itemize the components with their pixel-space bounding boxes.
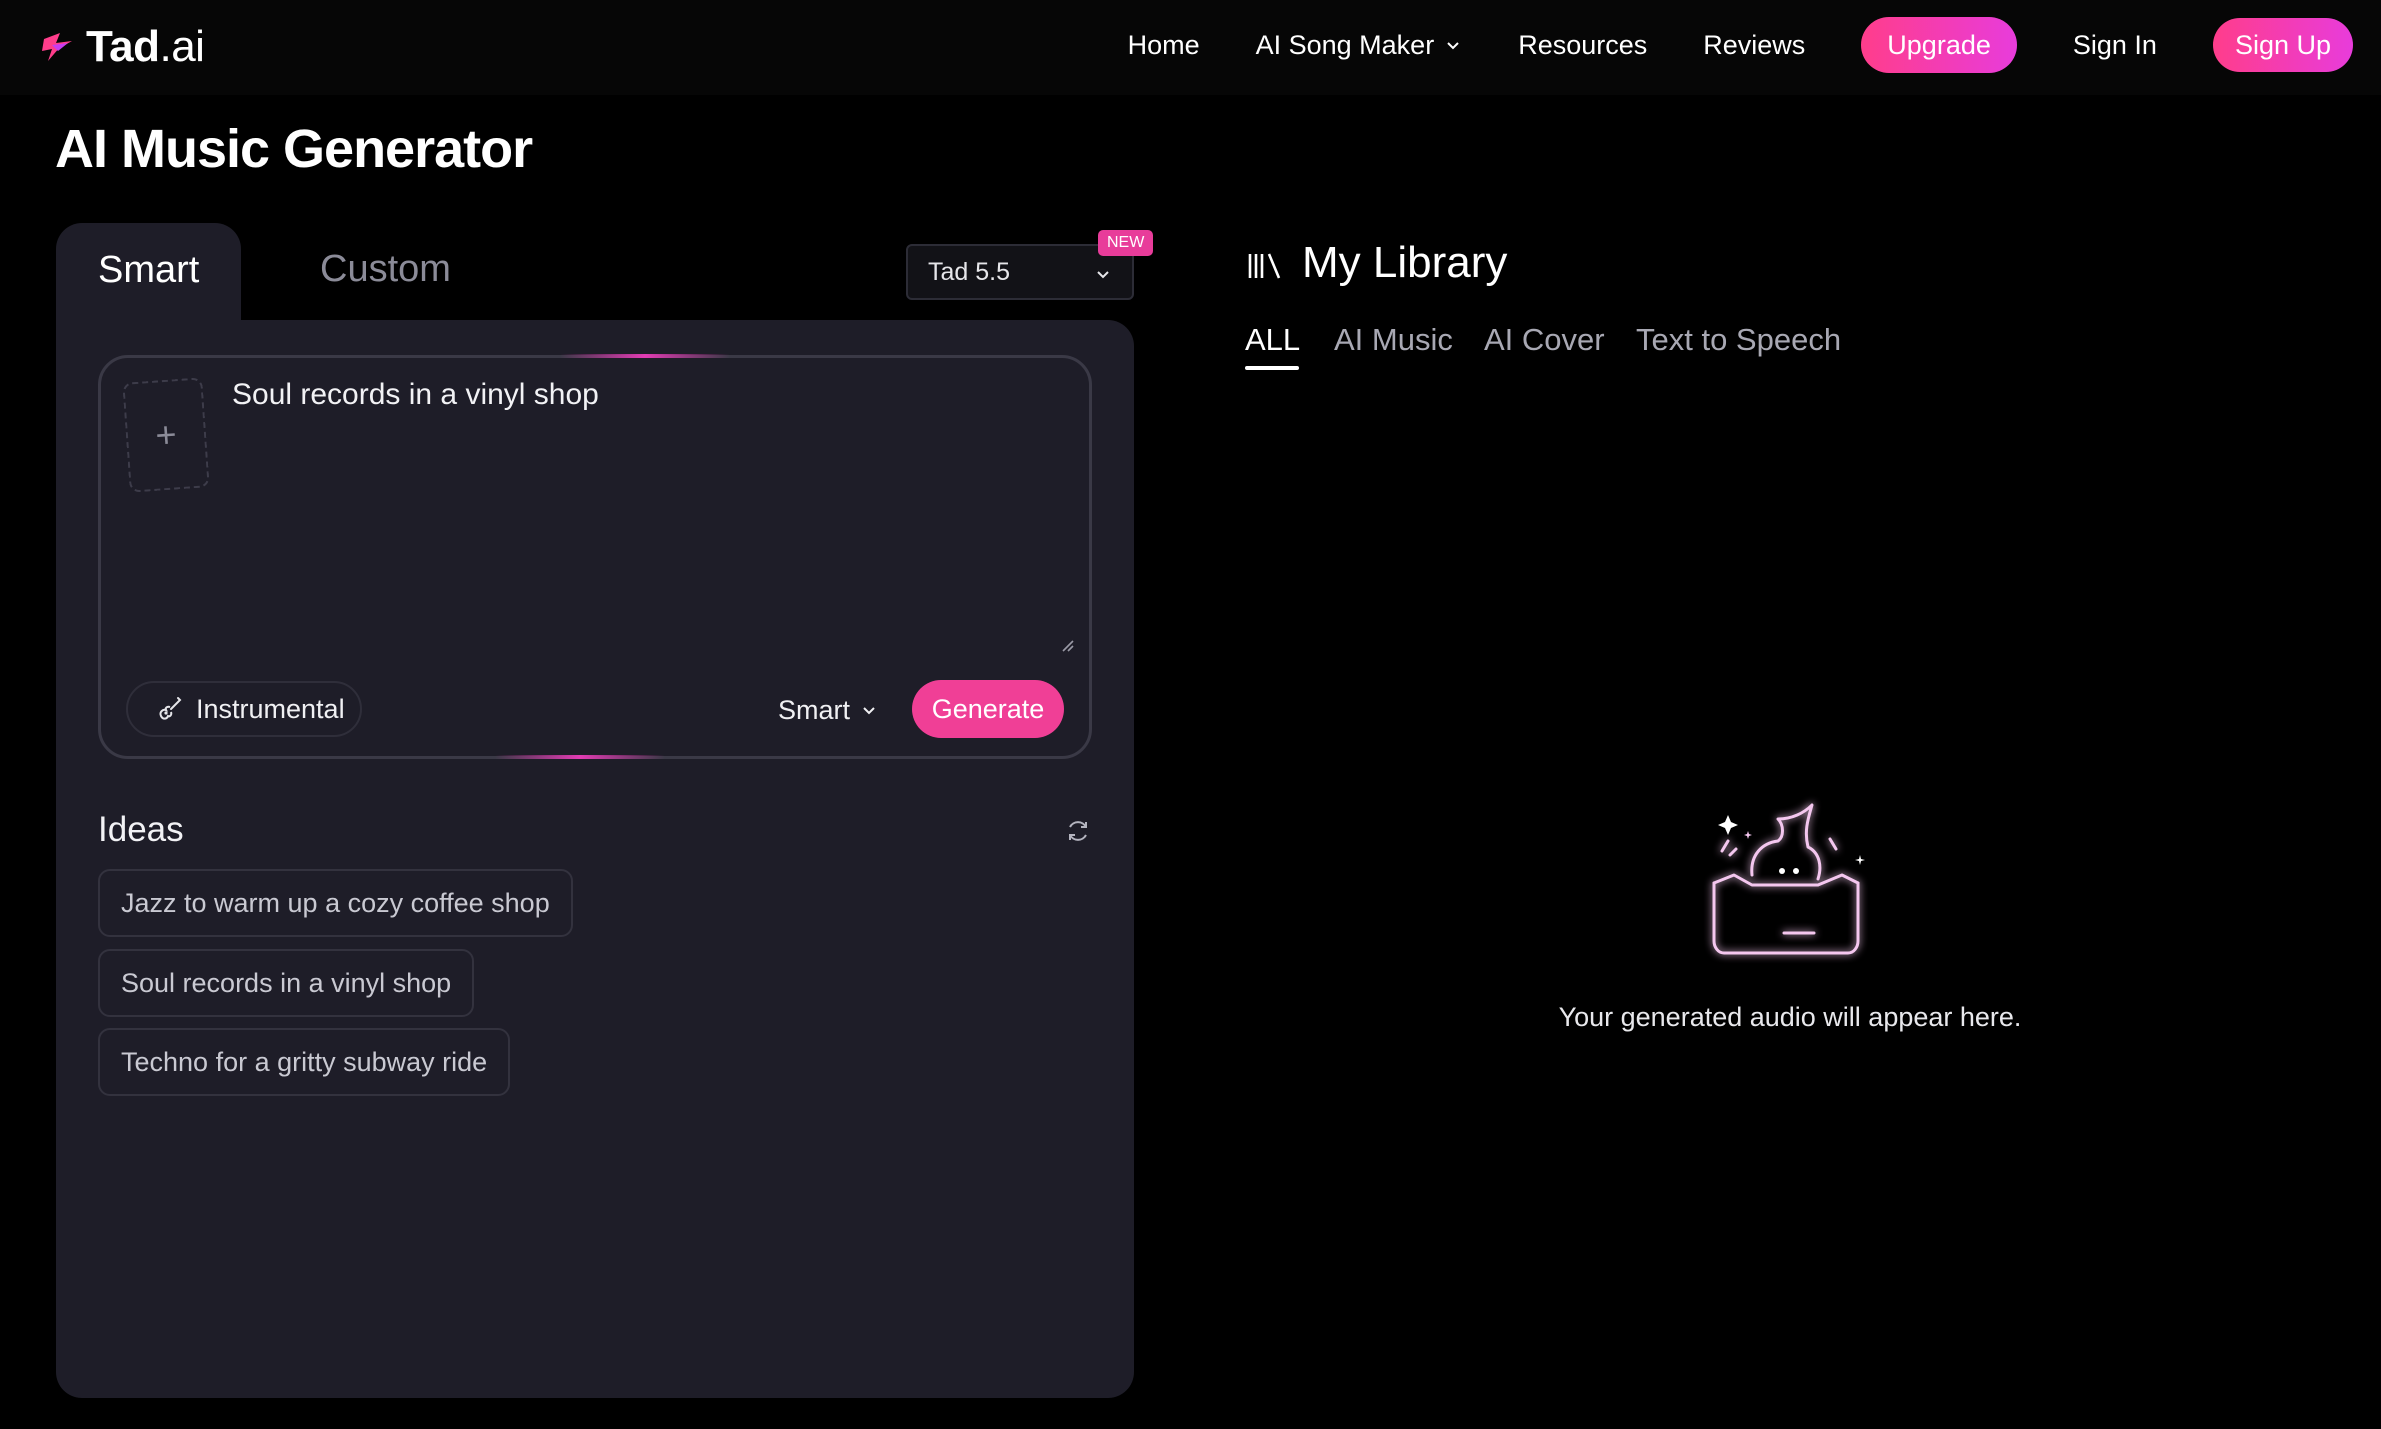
nav-links: Home AI Song Maker Resources Reviews Upg… — [1100, 16, 2353, 74]
chevron-down-icon — [863, 707, 875, 715]
mode-select[interactable]: Smart — [778, 690, 878, 730]
refresh-icon[interactable] — [1064, 817, 1092, 845]
upload-image-button[interactable]: + — [122, 377, 210, 493]
nav-reviews-link[interactable]: Reviews — [1675, 30, 1833, 61]
library-tab-ai-cover[interactable]: AI Cover — [1484, 322, 1605, 358]
idea-chip[interactable]: Soul records in a vinyl shop — [98, 949, 475, 1017]
chevron-down-icon — [1097, 271, 1109, 279]
nav-song-maker-menu[interactable]: AI Song Maker — [1228, 30, 1491, 61]
tab-smart[interactable]: Smart — [56, 223, 241, 323]
prompt-glow-bottom — [495, 755, 665, 759]
library-tab-text-to-speech[interactable]: Text to Speech — [1636, 322, 1841, 358]
library-icon — [1248, 253, 1281, 279]
library-tab-underline — [1245, 366, 1299, 370]
generate-button[interactable]: Generate — [912, 680, 1064, 738]
resize-grip-icon[interactable] — [1058, 636, 1074, 652]
nav-resources-link[interactable]: Resources — [1490, 30, 1675, 61]
library-empty-message: Your generated audio will appear here. — [1558, 1002, 2022, 1032]
nav-home-link[interactable]: Home — [1100, 30, 1228, 61]
sign-in-link[interactable]: Sign In — [2045, 30, 2185, 61]
plus-icon: + — [154, 413, 178, 456]
model-select-value: Tad 5.5 — [928, 257, 1011, 286]
chevron-down-icon — [1447, 42, 1459, 50]
top-navbar: Tad.ai Home AI Song Maker Resources Revi… — [0, 0, 2381, 95]
new-badge: NEW — [1098, 230, 1154, 256]
prompt-input[interactable]: Soul records in a vinyl shop — [232, 378, 1052, 412]
tab-custom[interactable]: Custom — [320, 248, 451, 291]
sign-up-button[interactable]: Sign Up — [2212, 18, 2353, 72]
library-tab-ai-music[interactable]: AI Music — [1334, 322, 1453, 358]
prompt-glow-top — [560, 354, 730, 358]
instrumental-toggle[interactable]: Instrumental — [126, 681, 362, 737]
brand-logo[interactable]: Tad.ai — [38, 20, 205, 74]
guitar-icon — [159, 697, 182, 720]
idea-chip[interactable]: Techno for a gritty subway ride — [98, 1028, 511, 1096]
library-tab-all[interactable]: ALL — [1245, 322, 1300, 358]
brand-wordmark: Tad.ai — [86, 22, 205, 71]
brand-logo-icon — [42, 33, 72, 61]
page-title: AI Music Generator — [55, 119, 533, 179]
library-title: My Library — [1302, 238, 1508, 287]
idea-chip[interactable]: Jazz to warm up a cozy coffee shop — [98, 869, 573, 937]
empty-box-icon — [1712, 803, 1865, 955]
upgrade-button[interactable]: Upgrade — [1861, 17, 2017, 73]
ideas-heading: Ideas — [98, 810, 184, 849]
